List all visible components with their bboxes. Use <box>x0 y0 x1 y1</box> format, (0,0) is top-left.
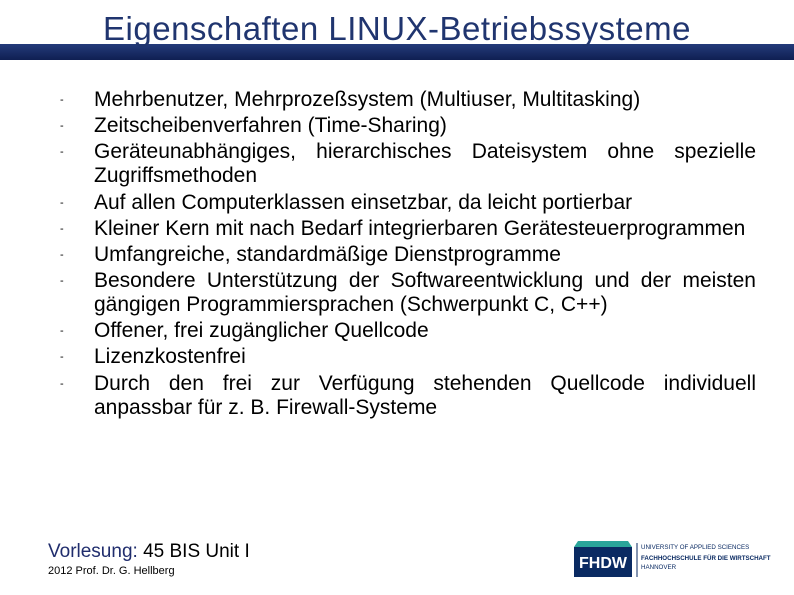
fhdw-logo: FHDW UNIVERSITY OF APPLIED SCIENCES FACH… <box>574 533 774 579</box>
logo-line3: HANNOVER <box>641 564 677 571</box>
slide: Eigenschaften LINUX-Betriebssysteme Mehr… <box>0 0 794 595</box>
list-item: Mehrbenutzer, Mehrprozeßsystem (Multiuse… <box>48 88 756 112</box>
list-item: Zeitscheibenverfahren (Time-Sharing) <box>48 114 756 138</box>
list-item: Auf allen Computerklassen einsetzbar, da… <box>48 191 756 215</box>
lecture-label: Vorlesung: <box>48 541 138 562</box>
logo-line2: FACHHOCHSCHULE FÜR DIE WIRTSCHAFT <box>641 555 771 562</box>
list-item: Besondere Unterstützung der Softwareentw… <box>48 269 756 317</box>
lecture-value: 45 BIS Unit I <box>143 541 250 562</box>
logo-abbr: FHDW <box>579 555 628 572</box>
bullet-list: Mehrbenutzer, Mehrprozeßsystem (Multiuse… <box>48 88 756 420</box>
list-item: Durch den frei zur Verfügung stehenden Q… <box>48 372 756 420</box>
list-item: Geräteunabhängiges, hierarchisches Datei… <box>48 140 756 188</box>
list-item: Umfangreiche, standardmäßige Dienstprogr… <box>48 243 756 267</box>
content-area: Mehrbenutzer, Mehrprozeßsystem (Multiuse… <box>48 88 756 422</box>
logo-svg-icon: FHDW UNIVERSITY OF APPLIED SCIENCES FACH… <box>574 533 774 579</box>
logo-line1: UNIVERSITY OF APPLIED SCIENCES <box>641 544 749 551</box>
list-item: Offener, frei zugänglicher Quellcode <box>48 319 756 343</box>
list-item: Lizenzkostenfrei <box>48 345 756 369</box>
list-item: Kleiner Kern mit nach Bedarf integrierba… <box>48 217 756 241</box>
slide-title: Eigenschaften LINUX-Betriebssysteme <box>0 10 794 48</box>
